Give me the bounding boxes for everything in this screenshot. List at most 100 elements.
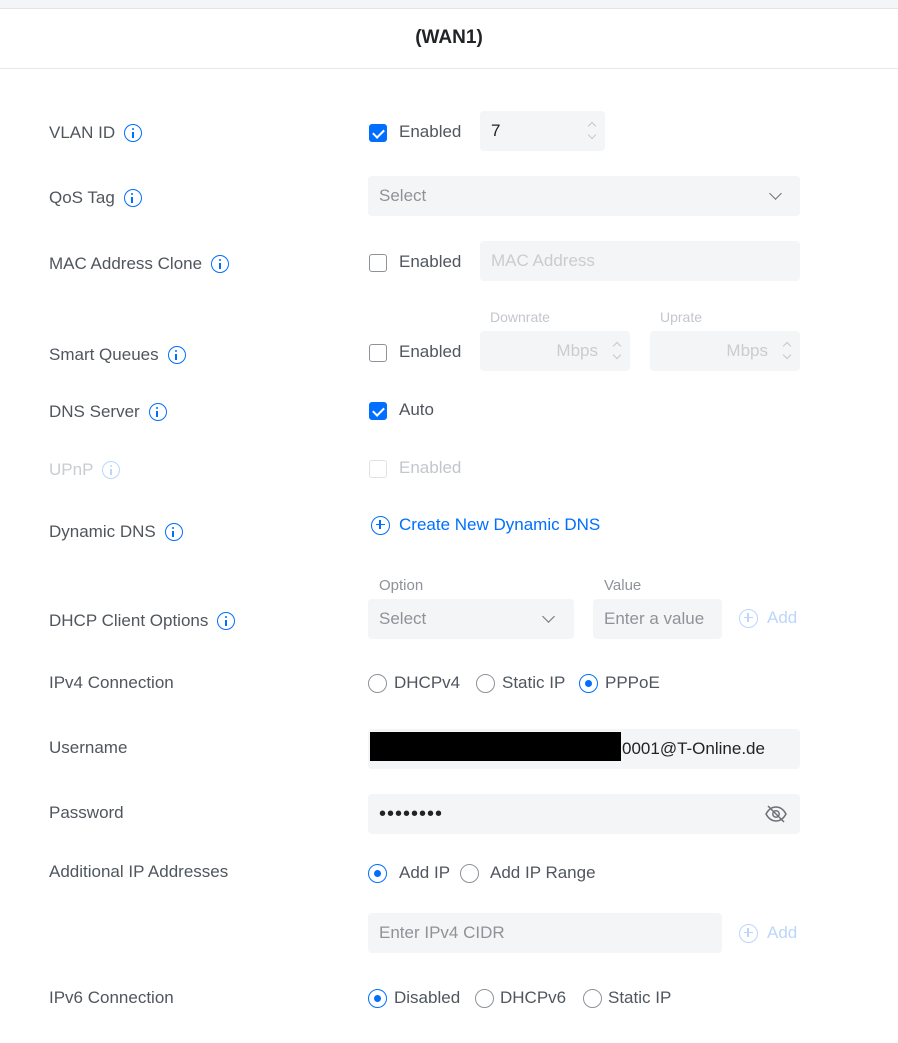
ipv4-static-ip-label: Static IP (502, 673, 566, 692)
dhcp-client-options-label-text: DHCP Client Options (49, 611, 209, 630)
qos-tag-select[interactable]: Select (368, 176, 800, 216)
ipv6-static-ip-label: Static IP (608, 988, 672, 1007)
info-icon (102, 461, 121, 479)
ipv6-connection-label-text: IPv6 Connection (49, 988, 174, 1007)
ipv4-cidr-placeholder: Enter IPv4 CIDR (379, 923, 505, 942)
add-ip-label: Add IP (399, 863, 451, 882)
chevron-down-icon (769, 187, 782, 200)
ipv4-pppoe-label: PPPoE (605, 673, 660, 692)
create-dynamic-dns-text: Create New Dynamic DNS (399, 515, 601, 534)
dhcp-option-placeholder: Select (379, 609, 427, 628)
ipv4-dhcpv4-label: DHCPv4 (394, 673, 461, 692)
upnp-label: UPnP (49, 460, 121, 480)
username-value: 0001@T-Online.de (622, 739, 765, 758)
mac-address-input[interactable]: MAC Address (480, 241, 800, 281)
vlan-id-label: VLAN ID (49, 123, 143, 143)
plus-circle-icon (739, 923, 758, 943)
username-label: Username (49, 738, 127, 758)
ipv4-pppoe-radio[interactable] (579, 674, 598, 693)
dhcp-value-placeholder: Enter a value (604, 609, 705, 628)
vlan-enabled-label: Enabled (399, 122, 462, 141)
value-label: Value (604, 577, 642, 594)
dhcp-option-select[interactable]: Select (368, 599, 574, 639)
smart-queues-label-text: Smart Queues (49, 345, 159, 364)
mac-clone-enabled-label: Enabled (399, 252, 462, 271)
stepper-icon[interactable] (612, 340, 622, 362)
ipv6-connection-label: IPv6 Connection (49, 988, 174, 1008)
upnp-label-text: UPnP (49, 460, 94, 479)
ipv4-static-ip-radio[interactable] (476, 674, 495, 693)
ipv6-disabled-radio[interactable] (368, 989, 387, 1008)
dns-auto-label: Auto (399, 400, 434, 419)
additional-ip-add-button[interactable]: Add (739, 923, 797, 943)
mac-clone-checkbox[interactable] (369, 254, 387, 272)
info-icon[interactable] (123, 189, 142, 207)
info-icon[interactable] (124, 124, 143, 142)
ipv6-disabled-label: Disabled (394, 988, 461, 1007)
password-label-text: Password (49, 803, 124, 822)
mac-clone-label-text: MAC Address Clone (49, 254, 203, 273)
mac-clone-label: MAC Address Clone (49, 254, 230, 274)
dhcp-add-text: Add (767, 608, 798, 627)
vlan-enabled-checkbox[interactable] (369, 124, 387, 142)
dhcp-client-options-label: DHCP Client Options (49, 611, 236, 631)
dynamic-dns-label-text: Dynamic DNS (49, 522, 156, 541)
downrate-input[interactable]: Mbps (480, 331, 630, 371)
additional-ip-label-text: Additional IP Addresses (49, 862, 229, 881)
dns-server-label-text: DNS Server (49, 402, 140, 421)
ipv6-dhcpv6-radio[interactable] (475, 989, 494, 1008)
qos-tag-label-text: QoS Tag (49, 188, 115, 207)
page-title: (WAN1) (415, 27, 483, 48)
option-label: Option (379, 577, 424, 594)
eye-off-icon[interactable] (765, 805, 787, 823)
uprate-unit: Mbps (726, 341, 768, 360)
smart-queues-label: Smart Queues (49, 345, 186, 365)
stepper-icon[interactable] (782, 340, 792, 362)
info-icon[interactable] (167, 346, 186, 364)
downrate-label: Downrate (490, 309, 550, 325)
info-icon[interactable] (164, 523, 183, 541)
uprate-input[interactable]: Mbps (650, 331, 800, 371)
smart-queues-enabled-label: Enabled (399, 342, 462, 361)
chevron-down-icon (542, 610, 555, 623)
vlan-id-input[interactable]: 7 (480, 111, 605, 151)
upnp-enabled-label: Enabled (399, 458, 462, 477)
redaction-box (370, 732, 621, 761)
info-icon[interactable] (148, 403, 167, 421)
info-icon[interactable] (217, 612, 236, 630)
qos-tag-placeholder: Select (379, 186, 427, 205)
dns-auto-checkbox[interactable] (369, 402, 387, 420)
info-icon[interactable] (211, 255, 230, 273)
upnp-checkbox (369, 460, 387, 478)
top-strip (0, 0, 898, 9)
ipv6-static-ip-radio[interactable] (583, 989, 602, 1008)
password-input[interactable]: •••••••• (368, 794, 800, 834)
add-ip-range-radio[interactable] (460, 864, 479, 883)
plus-circle-icon (739, 608, 758, 628)
ipv4-connection-label: IPv4 Connection (49, 673, 174, 693)
ipv4-dhcpv4-radio[interactable] (368, 674, 387, 693)
dhcp-value-input[interactable]: Enter a value (593, 599, 722, 639)
add-ip-radio[interactable] (368, 864, 387, 883)
dhcp-add-button[interactable]: Add (739, 608, 797, 628)
smart-queues-checkbox[interactable] (369, 344, 387, 362)
ipv4-connection-label-text: IPv4 Connection (49, 673, 174, 692)
username-label-text: Username (49, 738, 128, 757)
vlan-id-label-text: VLAN ID (49, 123, 116, 142)
dns-server-label: DNS Server (49, 402, 167, 422)
stepper-icon[interactable] (587, 120, 597, 142)
create-dynamic-dns-link[interactable]: Create New Dynamic DNS (371, 515, 600, 535)
ipv4-cidr-input[interactable]: Enter IPv4 CIDR (368, 913, 722, 953)
password-label: Password (49, 803, 124, 823)
panel-header: (WAN1) (0, 9, 898, 69)
add-ip-range-label: Add IP Range (490, 863, 596, 882)
additional-ip-label: Additional IP Addresses (49, 862, 228, 882)
password-value: •••••••• (379, 802, 444, 825)
plus-circle-icon (371, 515, 390, 535)
qos-tag-label: QoS Tag (49, 188, 142, 208)
mac-address-placeholder: MAC Address (491, 251, 595, 270)
additional-ip-add-text: Add (767, 923, 798, 942)
vlan-id-value: 7 (491, 121, 501, 140)
ipv6-dhcpv6-label: DHCPv6 (500, 988, 567, 1007)
uprate-label: Uprate (660, 309, 703, 325)
